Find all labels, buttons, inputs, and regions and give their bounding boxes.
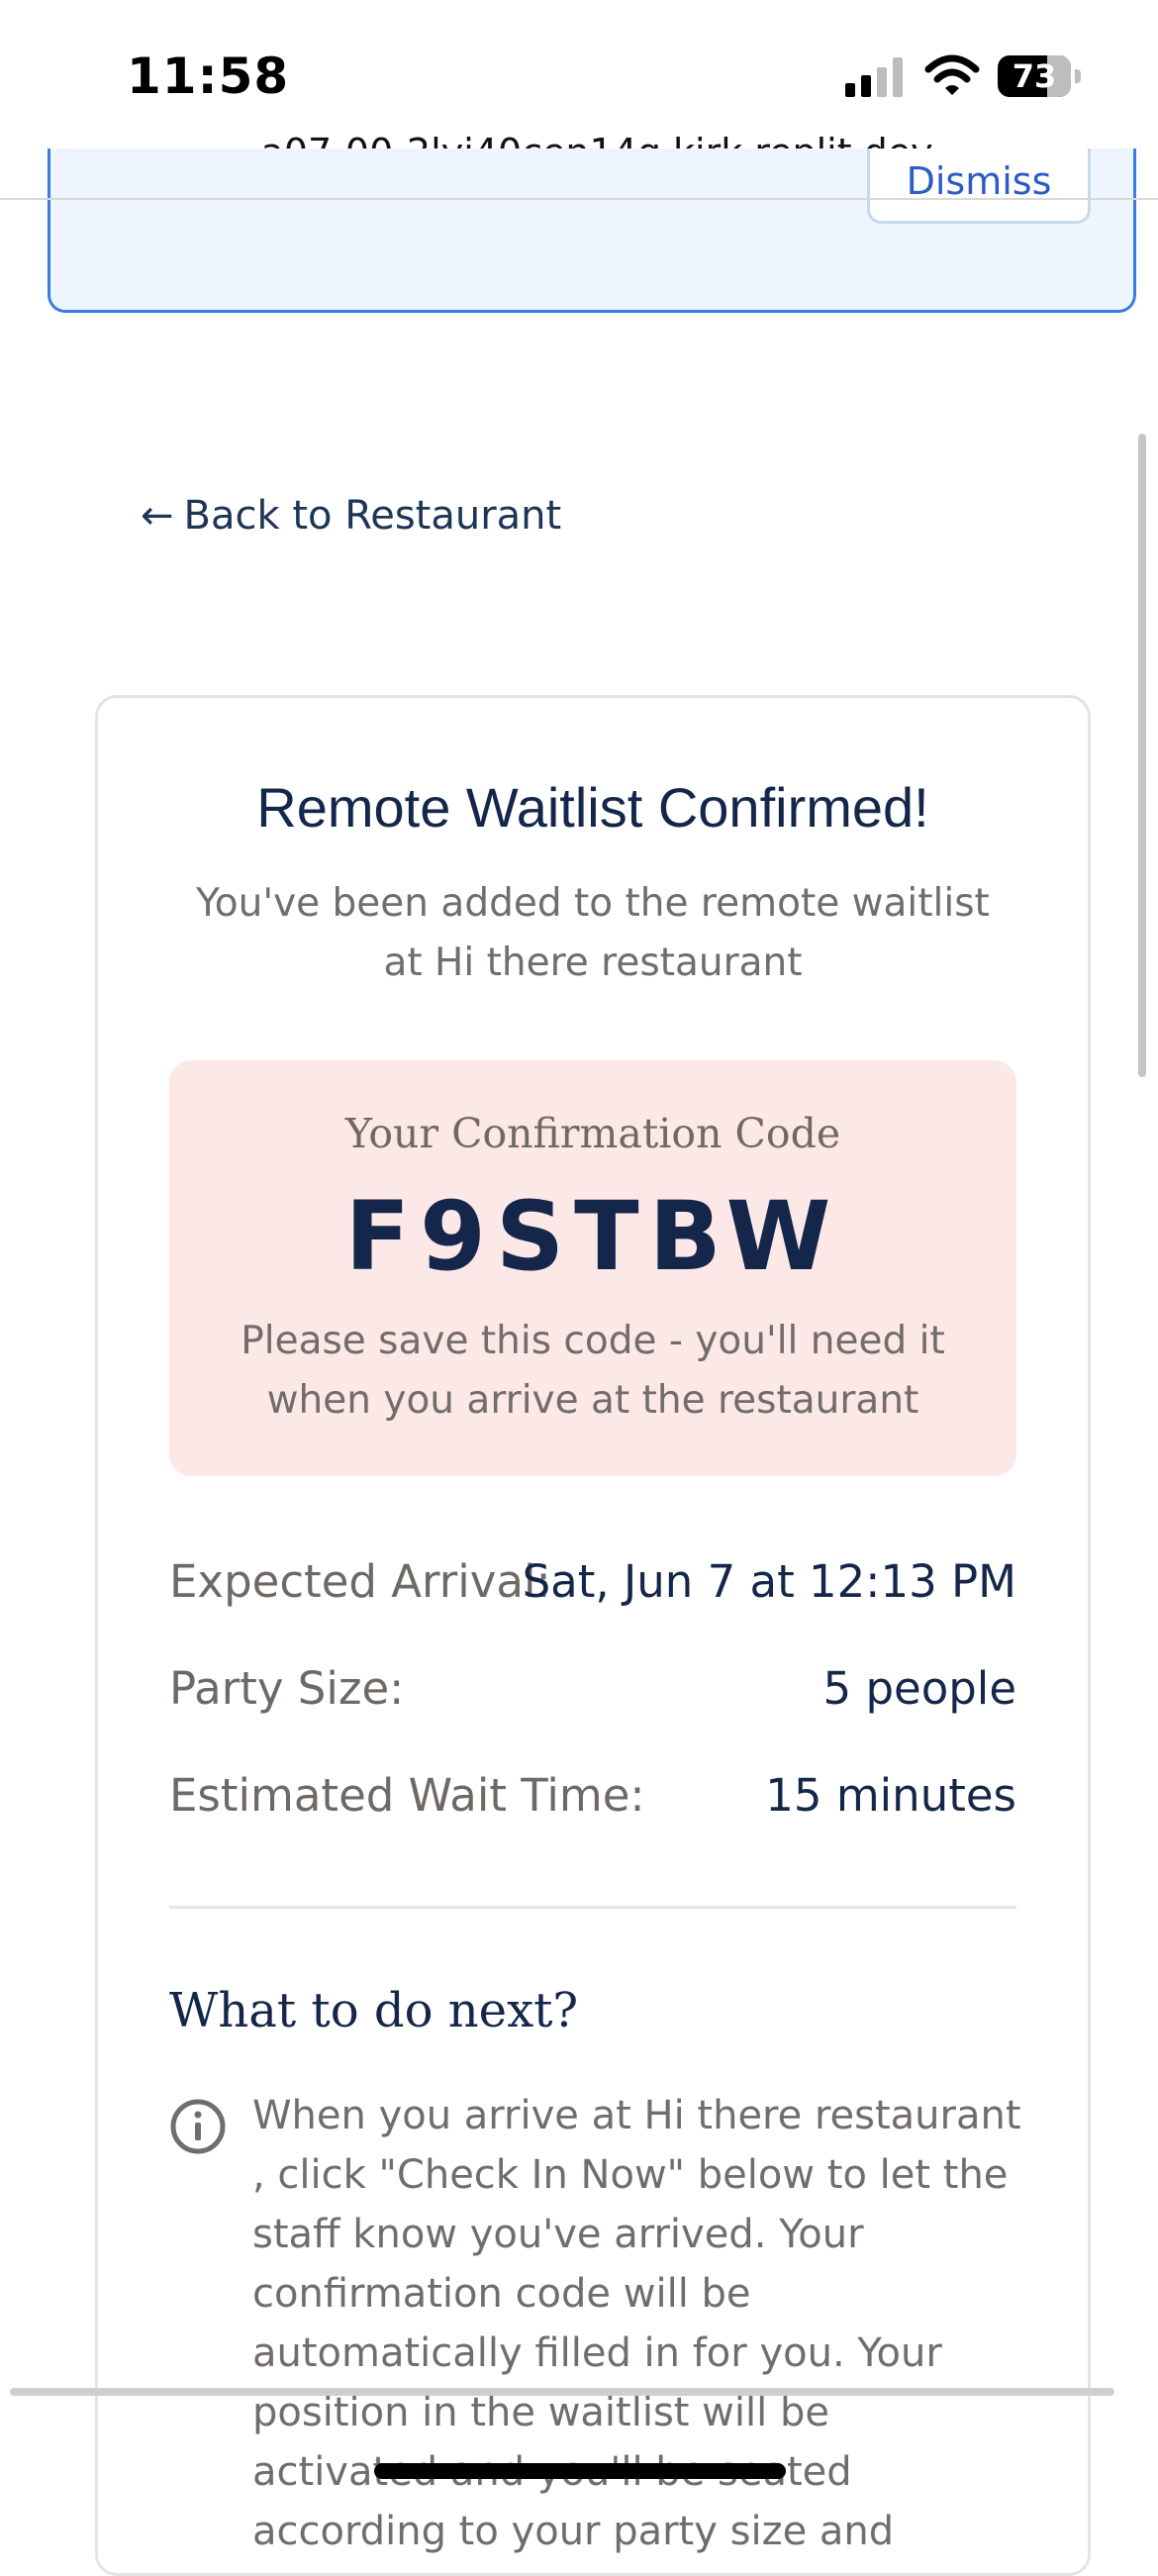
arrow-left-icon: ← [141, 493, 174, 539]
scrollbar[interactable] [1138, 434, 1146, 1077]
confirmation-code-note: Please save this code - you'll need it w… [241, 1319, 945, 1423]
home-indicator[interactable] [374, 2463, 786, 2479]
detail-value: 15 minutes [765, 1769, 1016, 1822]
battery-icon: 73 [998, 55, 1081, 97]
section-divider [169, 1906, 1016, 1909]
next-steps-heading: What to do next? [169, 1983, 579, 2038]
detail-label: Expected Arrival: [169, 1555, 551, 1608]
back-to-restaurant-link[interactable]: ← Back to Restaurant [141, 493, 561, 539]
cellular-signal-icon [845, 57, 903, 97]
detail-row-expected-arrival: Expected Arrival: Sat, Jun 7 at 12:13 PM [169, 1555, 1016, 1615]
confirmation-code-box: Your Confirmation Code F9STBW Please sav… [169, 1060, 1016, 1476]
clock: 11:58 [127, 48, 290, 105]
page-title: Remote Waitlist Confirmed! [256, 776, 929, 839]
detail-row-estimated-wait: Estimated Wait Time: 15 minutes [169, 1769, 1016, 1829]
detail-value: Sat, Jun 7 at 12:13 PM [522, 1555, 1016, 1608]
confirmation-subtitle: You've been added to the remote waitlist… [196, 881, 990, 985]
next-steps-text: When you arrive at Hi there restaurant ,… [252, 2093, 1021, 2554]
detail-value: 5 people [822, 1662, 1016, 1715]
wifi-icon [924, 54, 980, 95]
dismiss-button[interactable]: Dismiss [867, 149, 1091, 224]
detail-label: Party Size: [169, 1662, 405, 1715]
toolbar-divider [0, 198, 1158, 200]
info-icon [170, 2099, 226, 2154]
detail-row-party-size: Party Size: 5 people [169, 1662, 1016, 1722]
confirmation-card: Remote Waitlist Confirmed! You've been a… [95, 695, 1091, 2576]
confirmation-code: F9STBW [344, 1181, 841, 1292]
notification-banner: Dismiss [48, 149, 1136, 313]
confirmation-code-label: Your Confirmation Code [344, 1110, 841, 1157]
back-link-label: Back to Restaurant [183, 493, 562, 539]
toolbar-edge [10, 2388, 1114, 2396]
battery-level: 73 [1012, 57, 1057, 95]
status-bar: 11:58 73 ...a07-00-2lyj40cen14q.kirk.rep… [0, 0, 1158, 174]
detail-label: Estimated Wait Time: [169, 1769, 645, 1822]
